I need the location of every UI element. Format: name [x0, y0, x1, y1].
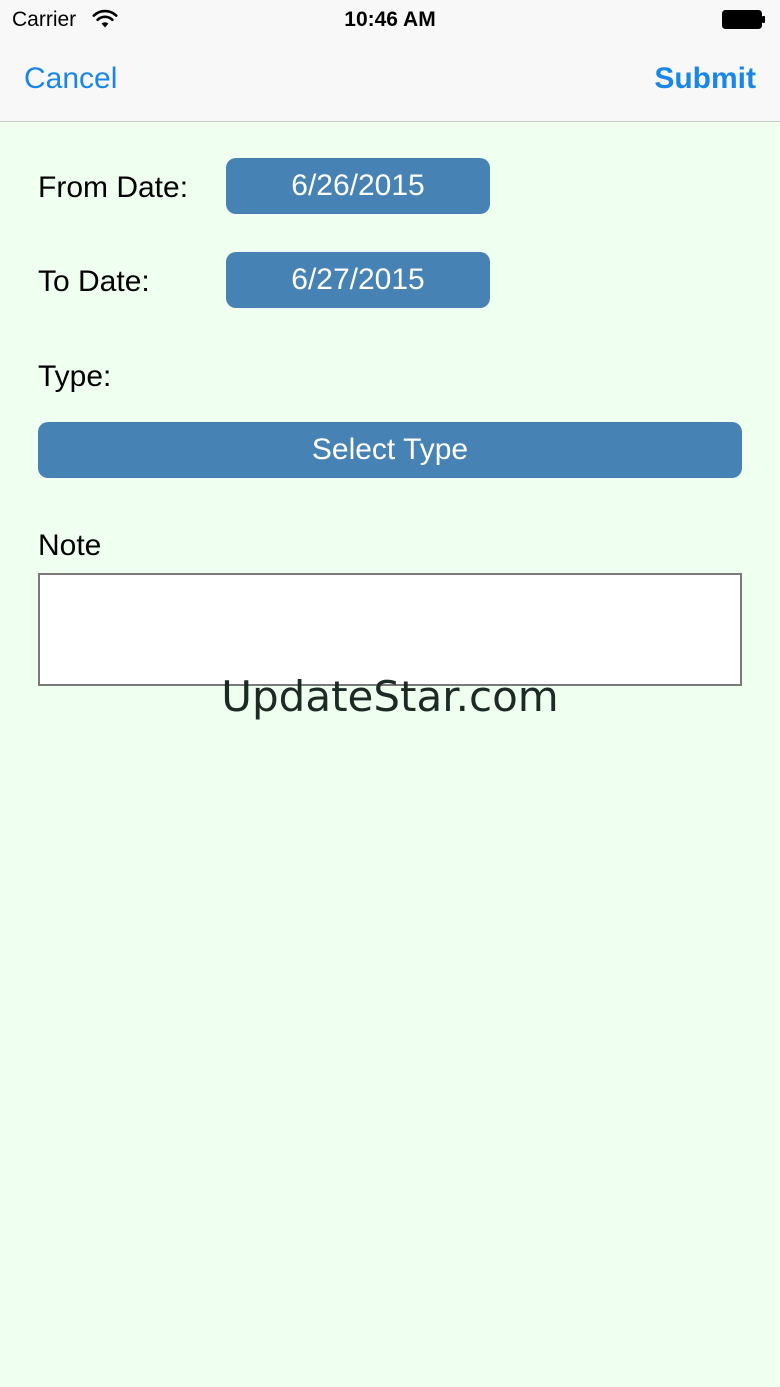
status-time: 10:46 AM: [344, 8, 436, 31]
navigation-bar: Cancel Submit: [0, 40, 780, 122]
from-date-label: From Date:: [38, 171, 189, 204]
note-label: Note: [38, 529, 102, 562]
to-date-button[interactable]: 6/27/2015: [226, 252, 490, 308]
select-type-button[interactable]: Select Type: [38, 422, 742, 478]
watermark: UpdateStar.com: [221, 672, 559, 721]
from-date-button[interactable]: 6/26/2015: [226, 158, 490, 214]
status-bar: Carrier 10:46 AM: [0, 0, 780, 40]
type-label: Type:: [38, 360, 112, 393]
battery-icon: [722, 10, 765, 29]
cancel-button[interactable]: Cancel: [24, 60, 117, 98]
to-date-label: To Date:: [38, 265, 150, 298]
submit-button[interactable]: Submit: [654, 60, 756, 98]
